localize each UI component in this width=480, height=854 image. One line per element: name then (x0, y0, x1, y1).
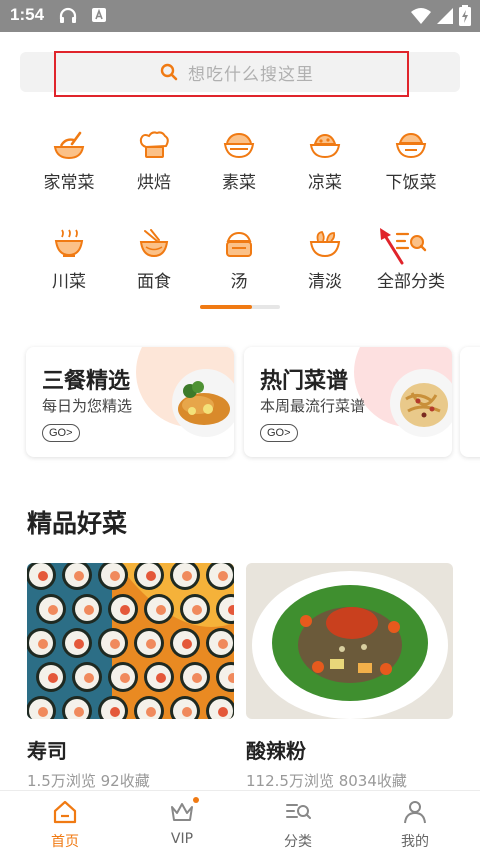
category-vegetarian[interactable]: 素菜 (196, 130, 282, 193)
chef-hat-icon (139, 131, 169, 158)
feature-card-popular[interactable]: 热门菜谱 本周最流行菜谱 GO> (244, 347, 452, 457)
cold-dish-icon (309, 133, 341, 159)
feature-card-meals[interactable]: 三餐精选 每日为您精选 GO> (26, 347, 234, 457)
soup-pot-icon (226, 231, 252, 257)
keyboard-a-icon (92, 8, 106, 22)
bottom-nav: 首页 VIP 分类 我的 (0, 790, 480, 854)
tab-profile[interactable]: 我的 (370, 799, 460, 851)
tab-home[interactable]: 首页 (20, 799, 110, 851)
dish-name: 酸辣粉 (246, 739, 306, 763)
category-rice-dish[interactable]: 下饭菜 (368, 130, 454, 193)
category-cold-dish[interactable]: 凉菜 (282, 130, 368, 193)
feature-subtitle: 每日为您精选 (42, 397, 133, 415)
dish-name: 寿司 (27, 739, 67, 763)
dish-card-sushi[interactable]: 寿司 1.5万浏览 92收藏 (27, 563, 234, 791)
dish-photo (246, 563, 453, 719)
home-dish-icon (53, 131, 85, 160)
category-light[interactable]: 清淡 (282, 229, 368, 292)
status-time: 1:54 (10, 5, 45, 24)
section-title: 精品好菜 (27, 509, 128, 538)
search-placeholder: 想吃什么搜这里 (188, 64, 314, 85)
tab-vip[interactable]: VIP (137, 799, 227, 847)
vip-notification-dot (193, 797, 199, 803)
category-search-icon (286, 804, 311, 819)
feature-subtitle: 本周最流行菜谱 (260, 397, 366, 415)
category-sichuan[interactable]: 川菜 (26, 229, 112, 292)
category-baking[interactable]: 烘焙 (111, 130, 197, 193)
dish-card-hot-sour-noodles[interactable]: 酸辣粉 112.5万浏览 8034收藏 (246, 563, 453, 791)
category-soup[interactable]: 汤 (196, 229, 282, 292)
sushi-image (27, 563, 234, 719)
go-button[interactable]: GO> (260, 424, 298, 442)
category-pager (200, 305, 280, 309)
dish-stats: 112.5万浏览 8034收藏 (246, 772, 407, 790)
crown-icon (171, 803, 193, 821)
feature-title: 三餐精选 (42, 369, 131, 394)
headset-icon (59, 7, 77, 23)
profile-icon (404, 801, 426, 824)
status-bar: 1:54 (0, 0, 480, 32)
rice-bowl-icon (395, 132, 427, 159)
wifi-icon (411, 8, 431, 24)
pasta-plate-image (390, 369, 452, 437)
battery-charging-icon (459, 5, 471, 26)
noodles-icon (139, 229, 169, 258)
hot-sour-noodles-image (246, 563, 453, 719)
category-noodles[interactable]: 面食 (111, 229, 197, 292)
signal-icon (437, 8, 453, 24)
dish-stats: 1.5万浏览 92收藏 (27, 772, 150, 790)
hotpot-icon (54, 229, 84, 257)
go-button[interactable]: GO> (42, 424, 80, 442)
fried-fish-plate-image (172, 369, 234, 437)
feature-title: 热门菜谱 (260, 369, 349, 394)
pager-active-segment (200, 305, 252, 309)
feature-card-partial[interactable] (460, 347, 480, 457)
dish-photo (27, 563, 234, 719)
search-icon (160, 63, 178, 81)
veggie-bowl-icon (223, 132, 255, 159)
tab-categories[interactable]: 分类 (253, 799, 343, 851)
annotation-arrow-icon (380, 228, 404, 265)
category-home-dish[interactable]: 家常菜 (26, 130, 112, 193)
salad-bowl-icon (309, 231, 341, 258)
search-input[interactable]: 想吃什么搜这里 (160, 60, 314, 85)
home-icon (53, 800, 77, 824)
